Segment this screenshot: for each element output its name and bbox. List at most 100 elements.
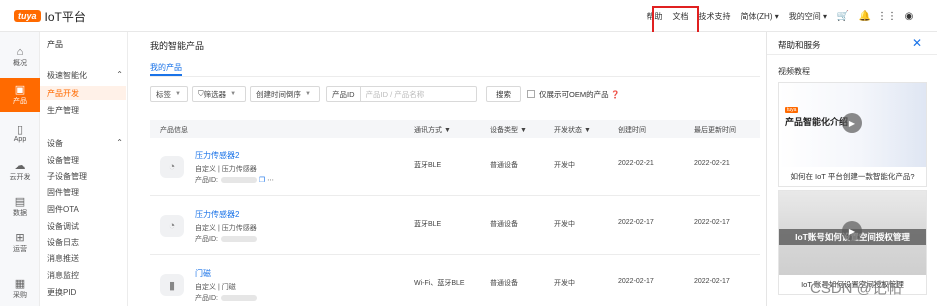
cell-status: 开发中	[554, 221, 575, 228]
rail-item-purchase[interactable]: ▦ 采购	[0, 272, 40, 306]
table-row[interactable]: ◔ 压力传感器2 自定义 | 压力传感器 产品ID: ❐ ⋯ 蓝牙BLE 普通设…	[150, 138, 760, 196]
col-product-info: 产品信息	[160, 127, 188, 134]
watermark: CSDN @记帖	[810, 280, 902, 297]
help-title: 帮助和服务	[778, 40, 821, 50]
menu-item-change-pid[interactable]: 更换PID	[40, 285, 126, 299]
tag-dropdown[interactable]: 标签 ▼	[150, 86, 188, 102]
door-sensor-icon: ▮	[160, 274, 184, 296]
product-id: 产品ID: ❐ ⋯	[195, 177, 275, 184]
help-divider	[767, 54, 937, 55]
col-device-type[interactable]: 设备类型 ▼	[490, 125, 527, 135]
search-input[interactable]	[360, 89, 471, 99]
table-row[interactable]: ▮ 门磁 自定义 | 门磁 产品ID: Wi-Fi、蓝牙BLE 普通设备 开发中…	[150, 256, 760, 306]
cell-type: 普通设备	[490, 162, 518, 169]
menu-item-debug[interactable]: 设备调试	[40, 219, 126, 233]
product-icon: ▣	[14, 84, 26, 96]
filter-dropdown[interactable]: ⛉ 筛选器 ▼	[192, 86, 246, 102]
user-icon[interactable]: ◉	[903, 10, 915, 22]
cloud-icon: ☁	[14, 160, 26, 172]
search-button[interactable]: 搜索	[486, 86, 521, 102]
cell-updated: 2022-02-21	[694, 160, 730, 167]
cell-type: 普通设备	[490, 280, 518, 287]
col-updated: 最后更新时间	[694, 127, 736, 134]
menu-item-ota[interactable]: 固件OTA	[40, 202, 126, 216]
menu-item-device-mgmt[interactable]: 设备管理	[40, 153, 126, 167]
gauge-icon: ◔	[160, 156, 184, 178]
filter-icon: ▼	[519, 127, 527, 134]
menu-item-product-dev[interactable]: 产品开发	[40, 86, 126, 100]
rail-item-ops[interactable]: ⊞ 运营	[0, 226, 40, 260]
cell-comm: 蓝牙BLE	[414, 221, 442, 228]
col-status[interactable]: 开发状态 ▼	[554, 125, 591, 135]
chevron-up-icon: ⌃	[116, 138, 123, 147]
product-menu: 产品 极速智能化 ⌃ 产品开发 生产管理 设备 ⌃ 设备管理 子设备管理 固件管理 …	[40, 32, 128, 306]
rail-item-product[interactable]: ▣ 产品	[0, 78, 40, 112]
col-created: 创建时间	[618, 127, 646, 134]
product-name-link[interactable]: 压力传感器2	[195, 209, 239, 220]
tab-divider	[150, 76, 760, 77]
nav-support[interactable]: 技术支持	[699, 11, 731, 22]
video-card[interactable]: tuya 产品智能化介绍 ▶ 如何在 IoT 平台创建一款智能化产品?	[778, 82, 927, 187]
cell-type: 普通设备	[490, 221, 518, 228]
help-icon[interactable]: ❓	[609, 90, 620, 99]
video-heading: 产品智能化介绍	[785, 117, 849, 127]
oem-checkbox[interactable]	[527, 90, 535, 98]
page-title: 我的智能产品	[150, 41, 205, 51]
cell-created: 2022-02-17	[618, 219, 654, 226]
product-meta: 自定义 | 压力传感器	[195, 225, 257, 232]
chevron-down-icon: ▼	[230, 91, 237, 97]
copy-icon[interactable]: ❐	[259, 177, 265, 184]
menu-item-firmware[interactable]: 固件管理	[40, 185, 126, 199]
cell-status: 开发中	[554, 280, 575, 287]
rail-item-data[interactable]: ▤ 数据	[0, 190, 40, 224]
pid-label: 产品ID	[327, 87, 361, 101]
icon-rail: ⌂ 概况 ▣ 产品 ▯ App ☁ 云开发 ▤ 数据 ⊞ 运营 ▦ 采购	[0, 32, 40, 306]
apps-grid-icon[interactable]: ⋮⋮	[877, 10, 897, 22]
cell-comm: Wi-Fi、蓝牙BLE	[414, 280, 465, 287]
more-icon[interactable]: ⋯	[267, 177, 274, 184]
video-caption: 如何在 IoT 平台创建一款智能化产品?	[790, 172, 915, 181]
cell-created: 2022-02-21	[618, 160, 654, 167]
play-icon[interactable]: ▶	[842, 221, 862, 241]
rail-item-overview[interactable]: ⌂ 概况	[0, 40, 40, 74]
menu-item-production[interactable]: 生产管理	[40, 103, 126, 117]
logo-badge: tuya	[14, 10, 41, 22]
bell-icon[interactable]: 🔔	[859, 10, 871, 22]
play-icon[interactable]: ▶	[842, 113, 862, 133]
table-header: 产品信息 通讯方式 ▼ 设备类型 ▼ 开发状态 ▼ 创建时间 最后更新时间	[150, 120, 760, 138]
cart-icon: ▦	[14, 278, 26, 290]
rail-item-cloud[interactable]: ☁ 云开发	[0, 154, 40, 188]
video-thumbnail: tuya 产品智能化介绍 ▶	[779, 83, 926, 167]
menu-item-push[interactable]: 消息推送	[40, 251, 126, 265]
menu-group-device[interactable]: 设备 ⌃	[47, 138, 123, 149]
cell-created: 2022-02-17	[618, 278, 654, 285]
filter-icon: ▼	[443, 127, 451, 134]
tuya-badge: tuya	[785, 107, 799, 113]
main-content: 我的智能产品 我的产品 标签▼ ⛉筛选器▼ 创建时间倒序▼ 产品ID 搜索 仅展…	[129, 32, 766, 306]
close-icon[interactable]: ✕	[912, 36, 922, 50]
menu-group-fast[interactable]: 极速智能化 ⌃	[47, 70, 123, 81]
logo-text: IoT平台	[44, 9, 86, 24]
tab-my-products[interactable]: 我的产品	[150, 62, 182, 73]
rail-item-app[interactable]: ▯ App	[0, 116, 40, 150]
menu-item-monitor[interactable]: 消息监控	[40, 268, 126, 282]
language-select[interactable]: 简体(ZH) ▾	[741, 11, 779, 22]
product-id: 产品ID:	[195, 293, 257, 303]
cell-comm: 蓝牙BLE	[414, 162, 442, 169]
cart-icon[interactable]: 🛒	[837, 10, 849, 22]
oem-label: 仅展示可OEM的产品 ❓	[539, 90, 621, 99]
col-comm[interactable]: 通讯方式 ▼	[414, 125, 451, 135]
help-panel: 帮助和服务 ✕ 视频教程 tuya 产品智能化介绍 ▶ 如何在 IoT 平台创建…	[766, 32, 937, 306]
my-space-menu[interactable]: 我的空间 ▾	[789, 11, 827, 22]
menu-item-subdevice[interactable]: 子设备管理	[40, 169, 126, 183]
top-bar: tuya IoT平台 帮助 文档 技术支持 简体(ZH) ▾ 我的空间 ▾ 🛒 …	[0, 0, 937, 32]
table-row[interactable]: ◔ 压力传感器2 自定义 | 压力传感器 产品ID: 蓝牙BLE 普通设备 开发…	[150, 197, 760, 255]
tuya-logo[interactable]: tuya IoT平台	[14, 8, 86, 24]
product-name-link[interactable]: 压力传感器2	[195, 150, 239, 161]
menu-head: 产品	[47, 40, 63, 49]
filter-icon: ▼	[583, 127, 591, 134]
video-section-title: 视频教程	[778, 67, 810, 76]
product-name-link[interactable]: 门磁	[195, 268, 211, 279]
menu-item-logs[interactable]: 设备日志	[40, 235, 126, 249]
sort-dropdown[interactable]: 创建时间倒序 ▼	[250, 86, 320, 102]
